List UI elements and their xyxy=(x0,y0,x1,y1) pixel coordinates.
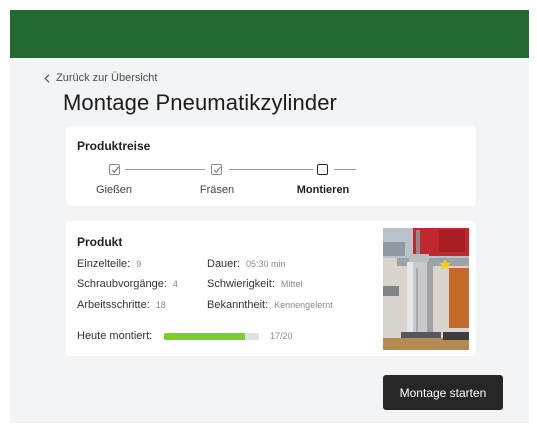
pneumatic-cylinder-photo xyxy=(383,228,469,350)
back-link[interactable]: Zurück zur Übersicht xyxy=(44,71,157,85)
checkbox-checked-icon xyxy=(109,164,120,175)
info-value: Kennengelernt xyxy=(274,300,333,310)
step-connector xyxy=(125,169,205,170)
info-dauer: Dauer: 05:30 min xyxy=(207,258,286,270)
chevron-left-icon xyxy=(44,73,50,83)
info-schraubvorgaenge: Schraubvorgänge: 4 xyxy=(77,278,178,290)
progress-bar-fill xyxy=(164,333,245,340)
info-bekanntheit: Bekanntheit: Kennengelernt xyxy=(207,299,333,311)
info-value: 4 xyxy=(172,279,178,289)
info-label: Einzelteile: xyxy=(77,258,131,270)
product-journey-title: Produktreise xyxy=(77,139,151,153)
info-value: Mittel xyxy=(280,279,303,289)
step-connector xyxy=(229,169,313,170)
info-value: 05:30 min xyxy=(246,259,286,269)
info-arbeitsschritte: Arbeitsschritte: 18 xyxy=(77,299,166,311)
checkbox-checked-icon xyxy=(211,164,222,175)
back-link-label: Zurück zur Übersicht xyxy=(56,72,158,84)
journey-stepper: Gießen Fräsen Montieren xyxy=(92,164,362,196)
info-value: 18 xyxy=(155,300,166,310)
info-label: Arbeitsschritte: xyxy=(77,299,150,311)
info-label: Bekanntheit: xyxy=(207,299,269,311)
step-label-montieren[interactable]: Montieren xyxy=(297,184,350,196)
step-connector xyxy=(334,169,356,170)
step-label-giessen[interactable]: Gießen xyxy=(96,184,132,196)
info-schwierigkeit: Schwierigkeit: Mittel xyxy=(207,278,302,290)
progress-count: 17/20 xyxy=(270,331,293,341)
info-label: Dauer: xyxy=(207,258,241,270)
step-label-fraesen[interactable]: Fräsen xyxy=(200,184,234,196)
start-assembly-button[interactable]: Montage starten xyxy=(383,375,503,410)
info-label: Schraubvorgänge: xyxy=(77,278,167,290)
info-value: 9 xyxy=(136,259,142,269)
page-title: Montage Pneumatikzylinder xyxy=(63,90,337,115)
progress-bar xyxy=(164,333,259,340)
progress-label: Heute montiert: xyxy=(77,330,153,342)
info-einzelteile: Einzelteile: 9 xyxy=(77,258,141,270)
checkbox-empty-icon xyxy=(317,164,328,175)
info-label: Schwierigkeit: xyxy=(207,278,275,290)
top-header-bar xyxy=(10,10,529,58)
product-title: Produkt xyxy=(77,235,123,249)
